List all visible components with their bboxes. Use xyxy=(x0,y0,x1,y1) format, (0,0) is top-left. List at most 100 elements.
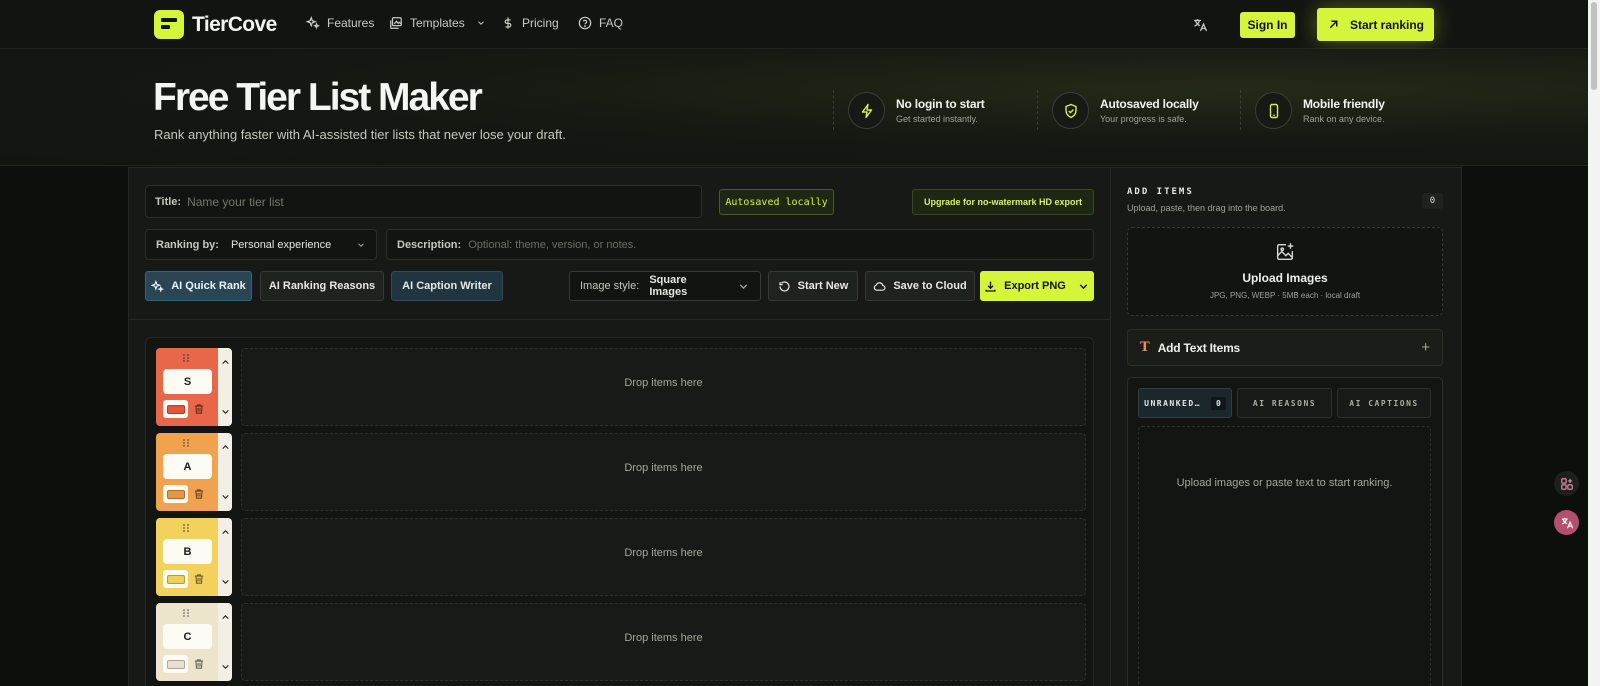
tier-drop-zone[interactable]: Drop items here xyxy=(241,348,1086,426)
translate-icon[interactable] xyxy=(1192,17,1208,33)
feature-title: Autosaved locally xyxy=(1100,97,1199,111)
drag-handle-icon[interactable] xyxy=(181,608,191,618)
tier-label[interactable]: C xyxy=(156,603,218,681)
page-subtitle: Rank anything faster with AI-assisted ti… xyxy=(154,127,566,142)
image-style-select[interactable]: Image style: Square Images xyxy=(569,271,761,301)
tier-name[interactable]: C xyxy=(163,624,212,649)
sign-in-button[interactable]: Sign In xyxy=(1240,12,1295,38)
trash-icon[interactable] xyxy=(193,488,205,500)
add-text-items-label: Add Text Items xyxy=(1157,340,1241,355)
logo-icon[interactable] xyxy=(154,10,184,39)
tier-color-picker[interactable] xyxy=(163,655,188,673)
start-new-button[interactable]: Start New xyxy=(768,271,858,301)
top-nav: TierCove Features Templates Pricing FAQ … xyxy=(0,0,1588,49)
chevron-down-icon[interactable] xyxy=(221,407,230,416)
tier-name[interactable]: B xyxy=(163,539,212,564)
divider xyxy=(833,90,834,130)
feature-sub: Your progress is safe. xyxy=(1100,114,1187,124)
drag-handle-icon[interactable] xyxy=(181,438,191,448)
upgrade-button[interactable]: Upgrade for no-watermark HD export xyxy=(912,189,1094,215)
scrollbar-thumb[interactable] xyxy=(1591,2,1597,90)
trash-icon[interactable] xyxy=(193,658,205,670)
drag-handle-icon[interactable] xyxy=(181,523,191,533)
save-to-cloud-button[interactable]: Save to Cloud xyxy=(865,271,975,301)
chevron-down-icon xyxy=(1079,283,1088,289)
translate-widget-icon[interactable] xyxy=(1554,510,1579,535)
tier-color-picker[interactable] xyxy=(163,570,188,588)
page-title: Free Tier List Maker xyxy=(153,76,483,119)
title-input[interactable]: Name your tier list xyxy=(187,195,284,209)
nav-features[interactable]: Features xyxy=(306,16,374,30)
chevron-down-icon[interactable] xyxy=(221,662,230,671)
start-ranking-label: Start ranking xyxy=(1349,17,1424,32)
chevron-up-icon[interactable] xyxy=(221,358,230,367)
trash-icon[interactable] xyxy=(193,573,205,585)
unranked-drop-zone[interactable]: Upload images or paste text to start ran… xyxy=(1138,426,1431,686)
add-text-items-toggle[interactable]: T Add Text Items + xyxy=(1127,329,1443,366)
autosave-badge: Autosaved locally xyxy=(719,189,834,215)
brand-name[interactable]: TierCove xyxy=(192,13,277,37)
tab-ai-reasons[interactable]: AI REASONS xyxy=(1237,388,1332,418)
chevron-down-icon xyxy=(358,242,364,247)
feature-mobile: Mobile friendly Rank on any device. xyxy=(1240,90,1385,130)
tier-reorder xyxy=(218,603,232,681)
start-ranking-button[interactable]: Start ranking xyxy=(1317,8,1434,41)
ai-quick-rank-button[interactable]: AI Quick Rank xyxy=(145,271,252,301)
nav-faq[interactable]: FAQ xyxy=(578,16,623,30)
items-tabs: UNRANKED… 0 AI REASONS AI CAPTIONS Uploa… xyxy=(1127,377,1443,686)
phone-icon xyxy=(1255,92,1292,129)
tier-drop-zone[interactable]: Drop items here xyxy=(241,433,1086,511)
tier-reorder xyxy=(218,518,232,596)
nav-templates[interactable]: Templates xyxy=(389,16,486,30)
chevron-up-icon[interactable] xyxy=(221,443,230,452)
description-label: Description: xyxy=(397,238,462,251)
image-add-icon xyxy=(1276,243,1294,261)
description-field[interactable]: Description: Optional: theme, version, o… xyxy=(386,229,1094,260)
tier-drop-zone[interactable]: Drop items here xyxy=(241,603,1086,681)
export-png-button[interactable]: Export PNG xyxy=(980,271,1094,301)
tier-label[interactable]: A xyxy=(156,433,218,511)
tier-label[interactable]: S xyxy=(156,348,218,426)
tab-ai-captions[interactable]: AI CAPTIONS xyxy=(1337,388,1431,418)
tier-name[interactable]: S xyxy=(163,369,212,394)
feature-autosave: Autosaved locally Your progress is safe. xyxy=(1037,90,1199,130)
chevron-down-icon xyxy=(739,283,748,289)
ai-caption-writer-button[interactable]: AI Caption Writer xyxy=(391,271,503,301)
chevron-down-icon[interactable] xyxy=(221,577,230,586)
plus-icon[interactable]: + xyxy=(1421,339,1430,356)
drag-handle-icon[interactable] xyxy=(181,353,191,363)
color-swatch xyxy=(166,489,185,499)
tier-row-c: C Drop items here xyxy=(156,603,1086,681)
feature-title: Mobile friendly xyxy=(1303,97,1385,111)
cloud-icon xyxy=(874,281,886,291)
tier-board: S Drop items here A Drop items here B Dr… xyxy=(145,337,1094,686)
apps-grid-icon[interactable] xyxy=(1554,471,1579,496)
upload-images-dropzone[interactable]: Upload Images JPG, PNG, WEBP · 5MB each … xyxy=(1127,227,1443,316)
page-scrollbar[interactable] xyxy=(1588,0,1600,686)
save-to-cloud-label: Save to Cloud xyxy=(893,280,967,292)
hero: Free Tier List Maker Rank anything faste… xyxy=(0,49,1588,166)
nav-label: FAQ xyxy=(599,16,624,30)
color-swatch xyxy=(166,659,185,669)
description-input[interactable]: Optional: theme, version, or notes. xyxy=(468,239,636,251)
image-style-label: Image style: xyxy=(580,280,640,292)
side-title: ADD ITEMS xyxy=(1127,187,1194,197)
nav-label: Features xyxy=(327,16,375,30)
chevron-down-icon[interactable] xyxy=(221,492,230,501)
tier-color-picker[interactable] xyxy=(163,485,188,503)
tab-unranked[interactable]: UNRANKED… 0 xyxy=(1138,388,1232,418)
chevron-up-icon[interactable] xyxy=(221,613,230,622)
ranking-by-select[interactable]: Ranking by: Personal experience xyxy=(145,229,377,260)
title-field[interactable]: Title: Name your tier list xyxy=(145,185,702,218)
chevron-up-icon[interactable] xyxy=(221,528,230,537)
tier-name[interactable]: A xyxy=(163,454,212,479)
dollar-icon xyxy=(504,17,512,29)
ai-ranking-reasons-button[interactable]: AI Ranking Reasons xyxy=(260,271,384,301)
trash-icon[interactable] xyxy=(193,403,205,415)
tier-row-a: A Drop items here xyxy=(156,433,1086,511)
tier-label[interactable]: B xyxy=(156,518,218,596)
image-style-value: Square Images xyxy=(649,274,688,298)
tier-color-picker[interactable] xyxy=(163,400,188,418)
nav-pricing[interactable]: Pricing xyxy=(501,16,559,30)
tier-drop-zone[interactable]: Drop items here xyxy=(241,518,1086,596)
